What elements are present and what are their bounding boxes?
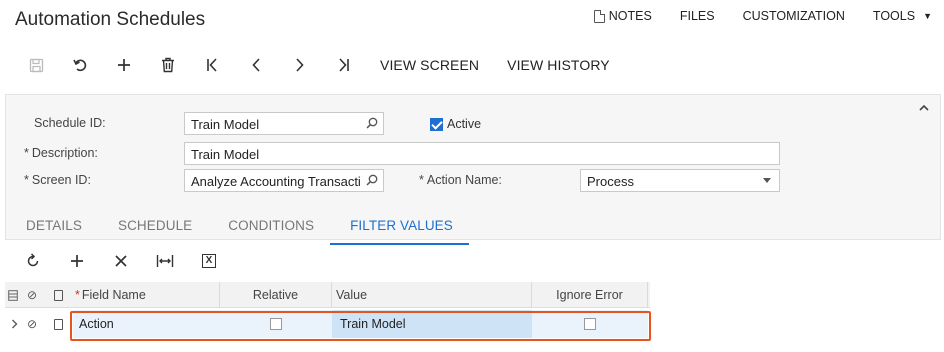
search-icon[interactable]: [366, 117, 378, 129]
table-row[interactable]: ⊘ Action Train Model: [5, 310, 650, 338]
excel-icon: X: [202, 254, 216, 268]
customization-label: CUSTOMIZATION: [742, 9, 845, 23]
caret-down-icon: ▼: [923, 11, 932, 21]
active-checkbox[interactable]: [430, 118, 443, 131]
relative-header[interactable]: Relative: [220, 282, 332, 308]
tools-menu[interactable]: TOOLS ▼: [873, 9, 932, 23]
close-icon: [115, 255, 127, 267]
schedule-id-value: Train Model: [191, 117, 260, 132]
field-name-header-label: Field Name: [81, 288, 146, 302]
relative-cell[interactable]: [220, 310, 332, 338]
grid-toolbar: X: [5, 241, 941, 281]
relative-checkbox[interactable]: [270, 318, 282, 330]
attachments-header: ⊘: [21, 282, 43, 308]
last-record-button[interactable]: [322, 52, 366, 78]
note-icon: [593, 9, 605, 23]
fit-width-icon: [156, 255, 174, 267]
action-name-label: Action Name:: [426, 173, 502, 187]
required-marker: *: [419, 173, 424, 187]
save-icon: [29, 58, 43, 72]
schedule-form: Schedule ID: Train Model Active * Descrip…: [5, 94, 941, 245]
ignore-error-cell[interactable]: [532, 310, 648, 338]
action-name-select[interactable]: Process: [580, 169, 780, 192]
delete-button[interactable]: [146, 52, 190, 78]
save-button[interactable]: [14, 52, 58, 78]
notes-label: NOTES: [608, 9, 652, 23]
row-notes[interactable]: [43, 310, 73, 338]
schedule-id-label: Schedule ID:: [34, 116, 106, 130]
next-record-button[interactable]: [278, 52, 322, 78]
field-name-cell[interactable]: Action: [73, 310, 220, 338]
chevron-right-icon: [296, 58, 304, 72]
description-label-wrap: * Description:: [24, 146, 98, 160]
tools-label: TOOLS: [872, 9, 916, 23]
collapse-button[interactable]: [918, 101, 930, 116]
refresh-button[interactable]: [11, 248, 55, 274]
previous-record-button[interactable]: [234, 52, 278, 78]
row-expand[interactable]: [7, 310, 21, 338]
dropdown-arrow-icon: [763, 178, 771, 183]
delete-row-button[interactable]: [99, 248, 143, 274]
chevron-up-icon: [919, 104, 929, 111]
document-icon: [53, 318, 63, 330]
notes-header: [43, 282, 73, 308]
plus-icon: [71, 255, 83, 267]
action-name-label-wrap: * Action Name:: [419, 173, 502, 187]
fit-columns-button[interactable]: [143, 248, 187, 274]
undo-button[interactable]: [58, 52, 102, 78]
files-link[interactable]: FILES: [680, 9, 715, 23]
description-value: Train Model: [191, 147, 260, 162]
active-label: Active: [447, 117, 482, 131]
view-screen-button[interactable]: VIEW SCREEN: [380, 57, 479, 73]
screen-id-field[interactable]: Analyze Accounting Transacti: [184, 169, 384, 192]
grid-header: ⊘ * Field Name Relative Value Ignore Erro…: [5, 282, 650, 308]
paperclip-icon: ⊘: [26, 288, 38, 302]
main-toolbar: VIEW SCREEN VIEW HISTORY: [14, 52, 624, 78]
value-header[interactable]: Value: [332, 282, 532, 308]
undo-icon: [73, 59, 87, 72]
description-label: Description:: [31, 146, 98, 160]
customization-link[interactable]: CUSTOMIZATION: [743, 9, 845, 23]
schedule-id-field[interactable]: Train Model: [184, 112, 384, 135]
value-cell[interactable]: Train Model: [332, 310, 532, 338]
action-name-value: Process: [587, 174, 634, 189]
top-links: NOTES FILES CUSTOMIZATION TOOLS ▼: [593, 9, 932, 23]
files-label: FILES: [679, 9, 715, 23]
document-icon: [53, 289, 63, 301]
field-name-header[interactable]: * Field Name: [73, 282, 220, 308]
first-icon: [207, 58, 217, 72]
required-marker: *: [24, 146, 29, 160]
refresh-icon: [27, 253, 39, 267]
last-icon: [339, 58, 349, 72]
view-history-button[interactable]: VIEW HISTORY: [507, 57, 610, 73]
row-selector-header[interactable]: [5, 282, 21, 308]
paperclip-icon: ⊘: [26, 317, 38, 331]
screen-id-value: Analyze Accounting Transacti: [191, 174, 361, 189]
add-row-button[interactable]: [55, 248, 99, 274]
chevron-left-icon: [252, 58, 260, 72]
plus-icon: [118, 59, 130, 71]
search-icon[interactable]: [366, 174, 378, 186]
trash-icon: [162, 57, 174, 73]
add-button[interactable]: [102, 52, 146, 78]
export-excel-button[interactable]: X: [187, 248, 231, 274]
row-attachments[interactable]: ⊘: [21, 310, 43, 338]
column-settings-icon: [8, 289, 18, 301]
chevron-right-icon: [11, 319, 17, 329]
screen-id-label-wrap: * Screen ID:: [24, 173, 91, 187]
ignore-error-checkbox[interactable]: [584, 318, 596, 330]
page-title: Automation Schedules: [15, 9, 206, 30]
notes-link[interactable]: NOTES: [593, 9, 652, 23]
screen-id-label: Screen ID:: [31, 173, 91, 187]
first-record-button[interactable]: [190, 52, 234, 78]
required-marker: *: [24, 173, 29, 187]
ignore-error-header[interactable]: Ignore Error: [532, 282, 648, 308]
description-field[interactable]: Train Model: [184, 142, 780, 165]
required-marker: *: [75, 288, 80, 302]
